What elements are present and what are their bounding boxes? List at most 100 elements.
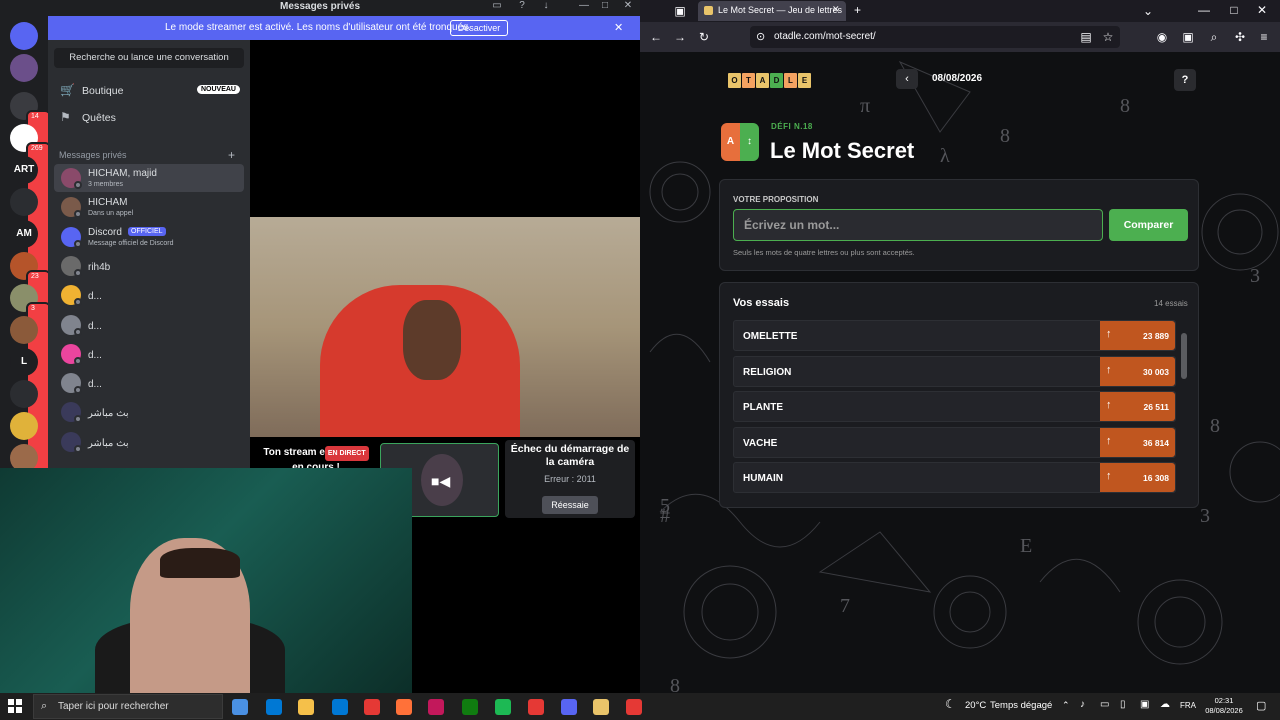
taskbar-app-icon[interactable] [428, 699, 444, 715]
disable-streamer-button[interactable]: Désactiver [450, 20, 508, 36]
extension-search-icon[interactable]: ⌕ [1206, 30, 1222, 45]
server-icon[interactable] [10, 22, 38, 50]
active-tab[interactable]: Le Mot Secret — Jeu de lettres ✕ [698, 1, 846, 21]
reload-icon[interactable]: ↻ [696, 30, 712, 44]
banner-close-icon[interactable]: ✕ [614, 21, 623, 34]
taskbar-app-icon[interactable] [232, 699, 248, 715]
cloud-icon[interactable]: ☁ [1160, 699, 1170, 710]
server-icon[interactable]: AM [10, 220, 38, 248]
logo-letter: T [742, 73, 755, 88]
dm-item[interactable]: بث مباشر [54, 428, 244, 456]
tab-list-icon[interactable]: ⌄ [1140, 4, 1156, 18]
arrow-up-icon: ↑ [1106, 328, 1112, 340]
tray-chevron-icon[interactable]: ⌃ [1062, 700, 1070, 711]
extensions-icon[interactable]: ✣ [1232, 30, 1248, 44]
search-input[interactable]: Recherche ou lance une conversation [54, 48, 244, 68]
dm-item[interactable]: HICHAM, majid 3 membres [54, 164, 244, 192]
dm-item[interactable]: d... [54, 281, 244, 309]
taskbar-app-icon[interactable] [364, 699, 380, 715]
notification-center-icon[interactable]: ▢ [1256, 699, 1266, 712]
taskbar-app-icon[interactable] [298, 699, 314, 715]
url-text: otadle.com/mot-secret/ [774, 31, 876, 42]
remote-person-head [403, 300, 461, 380]
server-icon[interactable] [10, 380, 38, 408]
taskbar-search[interactable]: ⌕ Taper ici pour rechercher [33, 694, 223, 719]
discord-window: Messages privés ▭ ? ↓ — □ ✕ Le mode stre… [0, 0, 640, 693]
server-icon[interactable]: ART [10, 156, 38, 184]
otadle-logo[interactable]: OTADLE [728, 70, 812, 88]
server-icon[interactable] [10, 412, 38, 440]
previous-day-button[interactable]: ‹ [896, 69, 918, 89]
battery-icon[interactable]: ▯ [1120, 699, 1126, 710]
dm-item[interactable]: d... [54, 340, 244, 368]
minimize-icon[interactable]: — [574, 0, 594, 11]
server-icon[interactable] [10, 188, 38, 216]
taskbar-app-icon[interactable] [528, 699, 544, 715]
taskbar-app-icon[interactable] [593, 699, 609, 715]
browser-window: ▣ Le Mot Secret — Jeu de lettres ✕ + ⌄ —… [640, 0, 1280, 693]
input-language[interactable]: FRA [1180, 701, 1196, 710]
help-icon[interactable]: ? [512, 0, 532, 11]
maximize-icon[interactable]: □ [595, 0, 615, 11]
status-indicator [74, 356, 82, 365]
dm-item[interactable]: Discord OFFICIEL Message officiel de Disco… [54, 223, 244, 251]
compare-button[interactable]: Comparer [1109, 209, 1188, 241]
account-icon[interactable]: ◉ [1154, 30, 1170, 44]
minimize-icon[interactable]: — [1196, 3, 1212, 17]
maximize-icon[interactable]: □ [1226, 3, 1242, 17]
dm-section-title: Messages privés [59, 150, 127, 160]
arrow-up-icon: ↑ [1106, 363, 1112, 376]
nav-quests[interactable]: ⚑ Quêtes [54, 107, 244, 129]
menu-icon[interactable]: ≡ [1256, 30, 1272, 44]
dm-item[interactable]: rih4b [54, 252, 244, 280]
webcam-overlay [0, 468, 412, 693]
word-input[interactable]: Écrivez un mot... [733, 209, 1103, 241]
dm-item[interactable]: d... [54, 369, 244, 397]
nav-shop[interactable]: 🛒 Boutique NOUVEAU [54, 80, 244, 102]
help-button[interactable]: ? [1174, 69, 1196, 91]
svg-text:8: 8 [670, 675, 680, 693]
taskbar-app-icon[interactable] [266, 699, 282, 715]
weather-moon-icon[interactable]: ☾ [945, 697, 956, 711]
back-icon[interactable]: ← [648, 30, 664, 44]
challenge-number: DÉFI N.18 [771, 122, 813, 131]
taskbar-app-icon[interactable] [561, 699, 577, 715]
retry-button[interactable]: Réessaie [542, 496, 598, 514]
dm-item[interactable]: بث مباشر [54, 398, 244, 426]
guess-word: OMELETTE [743, 331, 798, 342]
close-icon[interactable]: ✕ [1254, 3, 1270, 17]
scroll-thumb[interactable] [1181, 333, 1187, 379]
download-icon[interactable]: ↓ [536, 0, 556, 11]
shop-icon: 🛒 [60, 83, 75, 97]
close-icon[interactable]: ✕ [618, 0, 638, 11]
svg-text:3: 3 [1200, 505, 1210, 527]
url-bar[interactable]: ⊙ otadle.com/mot-secret/ ▤ ☆ [750, 26, 1120, 48]
tab-overview-icon[interactable]: ▣ [672, 4, 688, 18]
forward-icon[interactable]: → [672, 30, 688, 44]
notification-app-icon[interactable]: ▣ [1140, 699, 1149, 710]
streamer-mode-banner: Le mode streamer est activé. Les noms d'… [48, 16, 640, 40]
guesses-scrollbar[interactable] [1180, 321, 1188, 497]
extension-yellow-icon[interactable]: ▣ [1180, 30, 1196, 44]
new-tab-icon[interactable]: + [854, 3, 861, 17]
taskbar-app-icon[interactable] [626, 699, 642, 715]
reader-icon[interactable]: ▤ [1078, 30, 1094, 44]
taskbar-app-icon[interactable] [462, 699, 478, 715]
clock[interactable]: 02:31 08/08/2026 [1204, 696, 1244, 716]
network-icon[interactable]: ▭ [1100, 699, 1109, 710]
guess-word: PLANTE [743, 402, 783, 413]
taskbar-app-icon[interactable] [396, 699, 412, 715]
server-icon[interactable]: L [10, 348, 38, 376]
dm-item[interactable]: d... [54, 311, 244, 339]
bookmark-star-icon[interactable]: ☆ [1100, 30, 1116, 44]
taskbar-app-icon[interactable] [332, 699, 348, 715]
inbox-icon[interactable]: ▭ [487, 0, 507, 11]
server-icon[interactable] [10, 54, 38, 82]
add-dm-icon[interactable]: + [228, 148, 235, 162]
windows-start-icon[interactable] [8, 699, 22, 713]
taskbar-app-icon[interactable] [495, 699, 511, 715]
tab-close-icon[interactable]: ✕ [832, 4, 840, 15]
volume-icon[interactable]: ♪ [1080, 699, 1085, 710]
server-icon[interactable] [10, 316, 38, 344]
dm-item[interactable]: HICHAM Dans un appel [54, 193, 244, 221]
